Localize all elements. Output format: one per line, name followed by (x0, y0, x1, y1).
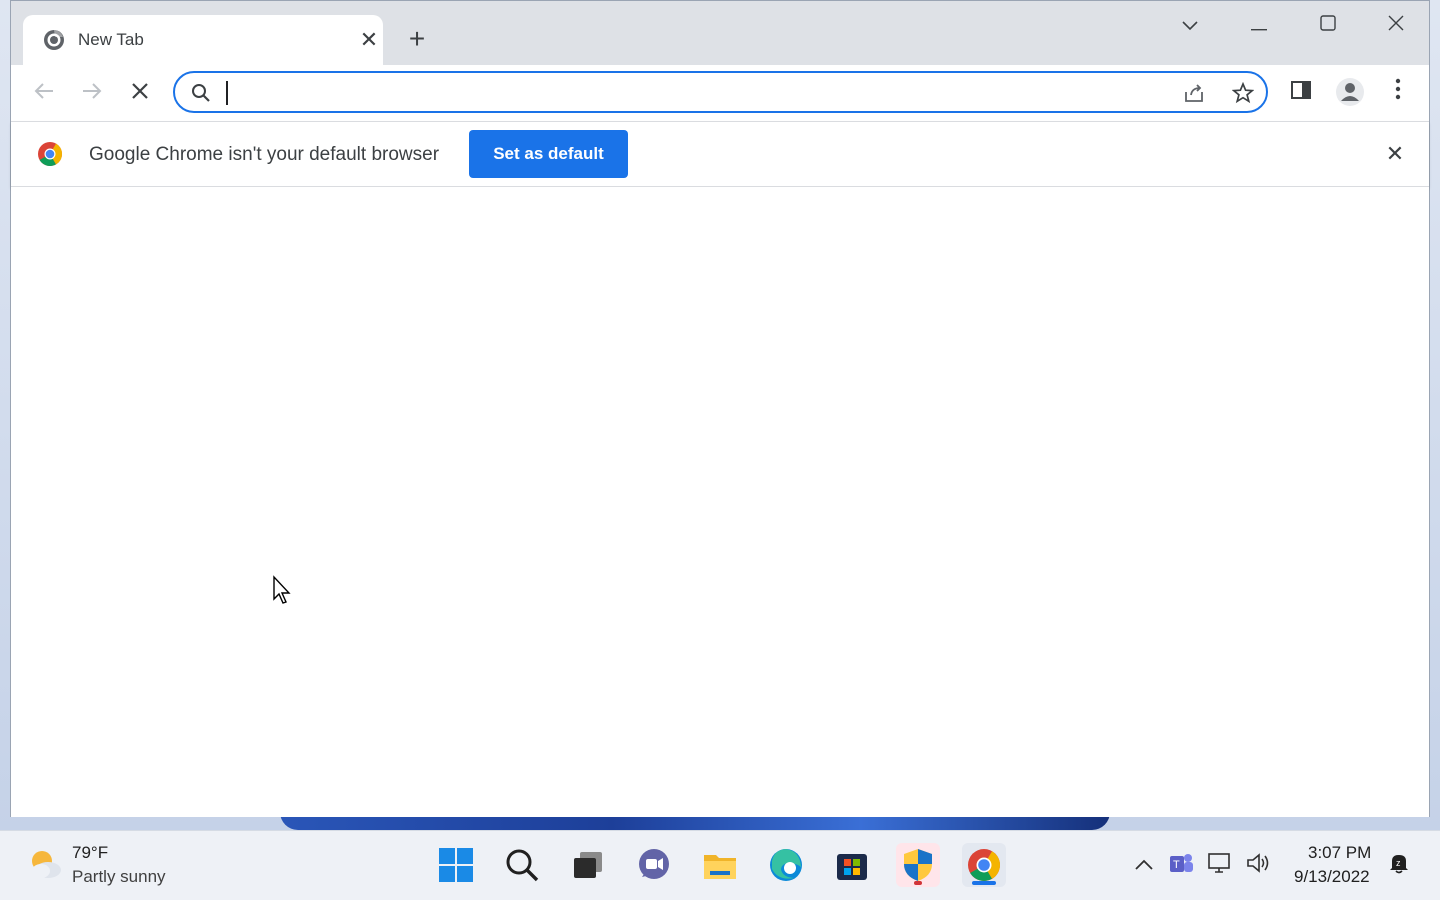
browser-toolbar (11, 65, 1429, 121)
file-explorer-button[interactable] (698, 843, 742, 887)
address-input[interactable] (225, 79, 1159, 107)
taskbar-search-button[interactable] (500, 843, 544, 887)
chrome-logo-icon (38, 142, 62, 167)
mouse-cursor-icon (273, 575, 291, 604)
weather-description[interactable]: Partly sunny (72, 867, 166, 887)
chrome-favicon-icon (44, 30, 64, 50)
notifications-bell-icon[interactable]: z (1385, 851, 1413, 879)
clock-date[interactable]: 9/13/2022 (1294, 867, 1370, 887)
edge-browser-button[interactable] (764, 843, 808, 887)
share-icon[interactable] (1183, 83, 1205, 103)
back-arrow-icon[interactable] (28, 77, 60, 109)
teams-tray-icon[interactable]: T (1167, 851, 1195, 879)
text-caret (226, 81, 228, 105)
windows-logo-icon (439, 848, 473, 882)
teams-chat-button[interactable] (632, 843, 676, 887)
infobar-message: Google Chrome isn't your default browser (89, 144, 440, 165)
store-icon (837, 854, 867, 880)
default-browser-infobar: Google Chrome isn't your default browser… (11, 121, 1429, 187)
address-bar[interactable] (173, 71, 1268, 113)
window-close-icon[interactable] (1381, 11, 1411, 39)
volume-icon[interactable] (1244, 851, 1272, 879)
side-panel-icon[interactable] (1285, 77, 1317, 109)
chat-icon (639, 849, 669, 879)
chrome-taskbar-button[interactable] (962, 843, 1006, 887)
network-icon[interactable] (1206, 851, 1234, 879)
attention-indicator (914, 881, 922, 885)
security-app-button[interactable] (896, 843, 940, 887)
taskbar: 79°F Partly sunny T 3:07 PM 9/13/2022 z (0, 830, 1440, 900)
partly-sunny-icon[interactable] (26, 845, 64, 883)
tab-close-icon[interactable]: ✕ (357, 28, 381, 52)
menu-kebab-icon[interactable] (1382, 77, 1414, 109)
task-view-button[interactable] (566, 843, 610, 887)
edge-icon (770, 849, 802, 881)
tab-title: New Tab (78, 30, 144, 49)
page-content (11, 187, 1429, 817)
bookmark-star-icon[interactable] (1232, 82, 1254, 104)
active-indicator (972, 881, 996, 885)
tab-strip: New Tab ✕ + (11, 1, 1429, 65)
search-icon (192, 84, 210, 102)
task-view-icon (574, 852, 602, 878)
maximize-icon[interactable] (1313, 11, 1343, 39)
browser-window: New Tab ✕ + Google Chrome isn't your def… (10, 0, 1430, 817)
minimize-icon[interactable] (1244, 11, 1274, 39)
tab-new-tab[interactable]: New Tab ✕ (23, 15, 383, 65)
set-as-default-button[interactable]: Set as default (469, 130, 628, 178)
clock-time[interactable]: 3:07 PM (1308, 843, 1371, 863)
stop-loading-icon[interactable] (124, 77, 156, 109)
svg-text:z: z (1396, 858, 1401, 868)
microsoft-store-button[interactable] (830, 843, 874, 887)
chrome-icon (968, 849, 1000, 881)
profile-avatar-icon[interactable] (1334, 77, 1366, 109)
start-button[interactable] (434, 843, 478, 887)
infobar-close-icon[interactable]: ✕ (1381, 140, 1409, 168)
new-tab-button[interactable]: + (403, 25, 431, 53)
weather-temperature[interactable]: 79°F (72, 843, 108, 863)
search-icon (506, 849, 539, 882)
forward-arrow-icon[interactable] (76, 77, 108, 109)
tab-search-chevron-icon[interactable] (1175, 11, 1205, 39)
show-hidden-icons-chevron[interactable] (1130, 851, 1158, 879)
shield-icon (904, 849, 932, 881)
folder-icon (704, 855, 736, 879)
svg-text:T: T (1173, 859, 1180, 871)
